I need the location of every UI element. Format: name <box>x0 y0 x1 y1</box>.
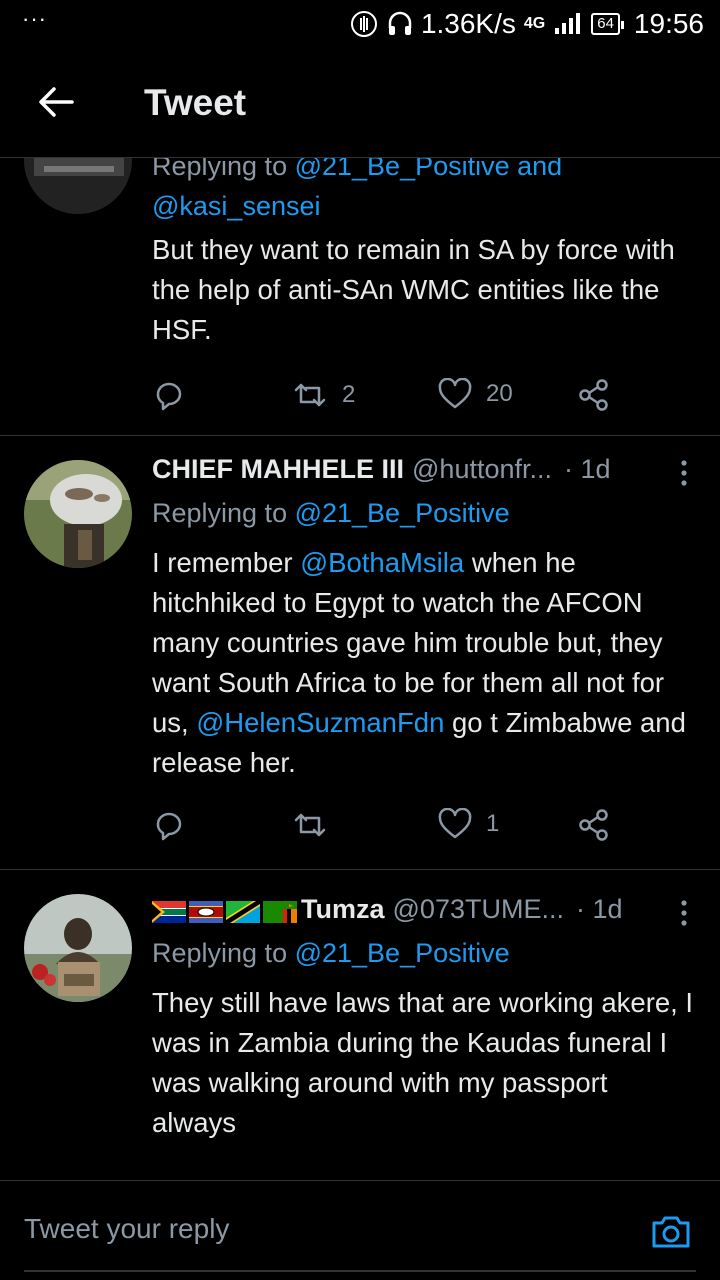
reply-icon <box>152 808 186 842</box>
mention-link[interactable]: @kasi_sensei <box>152 191 321 221</box>
retweet-button[interactable]: 2 <box>292 378 355 412</box>
status-bar: ··· 1.36K/s 4G 64 19:56 <box>0 0 720 52</box>
heart-icon <box>438 378 472 410</box>
display-name[interactable]: Tumza <box>301 894 385 925</box>
mention-link[interactable]: @21_Be_Positive <box>295 938 510 968</box>
reply-input[interactable]: Tweet your reply <box>24 1213 229 1245</box>
camera-icon[interactable] <box>650 1211 692 1251</box>
south-africa-flag-icon <box>152 899 186 923</box>
username[interactable]: @073TUME... <box>393 894 564 925</box>
tweet[interactable]: Replying to @21_Be_Positive and @kasi_se… <box>0 106 720 436</box>
like-button[interactable]: 1 <box>438 808 499 840</box>
eswatini-flag-icon <box>189 899 223 923</box>
tanzania-flag-icon <box>226 899 260 923</box>
replying-to: Replying to @21_Be_Positive <box>152 938 510 968</box>
like-button[interactable]: 20 <box>438 378 513 410</box>
avatar[interactable] <box>24 460 132 568</box>
timestamp: · 1d <box>575 894 623 924</box>
mention-link[interactable]: @BothaMsila <box>300 547 464 578</box>
tweet-meta: CHIEF MAHHELE III @huttonfr... · 1d <box>152 454 696 485</box>
reply-composer-bar: Tweet your reply <box>0 1180 720 1280</box>
network-type: 4G <box>523 15 546 32</box>
headphones-icon <box>387 10 413 38</box>
retweet-icon <box>292 378 328 412</box>
timestamp: · 1d <box>564 454 611 484</box>
retweet-icon <box>292 808 328 842</box>
share-icon <box>578 378 610 412</box>
signal-icon <box>553 12 583 36</box>
retweet-button[interactable] <box>292 808 342 842</box>
share-icon <box>578 808 610 842</box>
more-options-icon[interactable] <box>672 458 696 488</box>
replying-to: Replying to @21_Be_Positive and @kasi_se… <box>152 151 563 221</box>
vibrate-icon <box>349 9 379 39</box>
notification-dots: ··· <box>22 6 47 31</box>
heart-icon <box>438 808 472 840</box>
mention-link[interactable]: @HelenSuzmanFdn <box>196 707 444 738</box>
tweet[interactable]: CHIEF MAHHELE III @huttonfr... · 1d Repl… <box>0 436 720 870</box>
battery-indicator: 64 <box>591 13 624 35</box>
tweet-actions: 2 20 <box>152 378 672 418</box>
clock: 19:56 <box>633 8 704 39</box>
tweet-actions: 1 <box>152 808 672 848</box>
reply-button[interactable] <box>152 808 186 842</box>
page-title: Tweet <box>144 82 247 123</box>
reply-icon <box>152 378 186 412</box>
share-button[interactable] <box>578 378 610 412</box>
net-speed: 1.36K/s <box>420 8 516 39</box>
like-count: 1 <box>486 810 500 837</box>
tweet[interactable]: Tumza @073TUME... · 1d Replying to @21_B… <box>0 870 720 1180</box>
avatar[interactable] <box>24 894 132 1002</box>
zambia-flag-icon <box>263 899 297 923</box>
tweet-text: But they want to remain in SA by force w… <box>152 234 675 345</box>
top-app-bar: Tweet <box>0 52 720 158</box>
more-options-icon[interactable] <box>672 898 696 928</box>
reply-button[interactable] <box>152 378 186 412</box>
username[interactable]: @huttonfr... <box>412 454 552 485</box>
back-arrow-icon[interactable] <box>36 82 76 122</box>
tweet-text: I remember @BothaMsila when he hitchhike… <box>152 547 686 778</box>
like-count: 20 <box>486 380 513 407</box>
mention-link[interactable]: @21_Be_Positive <box>295 498 510 528</box>
replying-to: Replying to @21_Be_Positive <box>152 498 510 528</box>
tweet-meta: Tumza @073TUME... · 1d <box>152 894 696 925</box>
retweet-count: 2 <box>342 381 356 408</box>
tweet-text: They still have laws that are working ak… <box>152 987 694 1138</box>
share-button[interactable] <box>578 808 610 842</box>
display-name[interactable]: CHIEF MAHHELE III <box>152 454 404 485</box>
divider <box>24 1270 696 1272</box>
